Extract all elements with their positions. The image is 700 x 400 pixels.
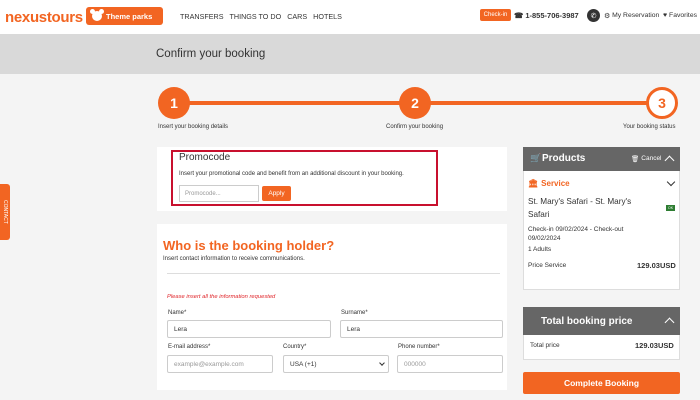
service-dates: Check-in 09/02/2024 - Check-out 09/02/20… [528,226,624,242]
theme-parks-button[interactable]: Theme parks [86,7,163,25]
gear-icon: ⚙ [604,13,611,20]
my-reservation-link[interactable]: ⚙ My Reservation [604,12,659,20]
surname-field[interactable]: Lera [340,320,503,338]
holder-title: Who is the booking holder? [163,238,335,253]
promocode-input[interactable]: Promocode... [179,185,259,202]
country-label: Country* [283,344,307,350]
products-header: 🛒 Products 🗑 Cancel [523,147,680,171]
title-banner [0,34,700,74]
surname-label: Surname* [341,310,368,316]
status-badge: OK [666,205,675,211]
promo-description: Insert your promotional code and benefit… [179,171,404,177]
cancel-button[interactable]: 🗑 Cancel [631,155,662,163]
total-title: Total booking price [541,316,633,327]
mickey-icon [90,9,104,21]
warning-text: Please insert all the information reques… [167,294,276,300]
favorites-label: Favorites [669,12,697,19]
products-title: Products [542,153,586,164]
logo[interactable]: nexustours [5,9,83,26]
total-header: Total booking price [523,307,680,335]
promo-title: Promocode [179,152,231,163]
heart-icon: ♥ [663,12,668,19]
my-reservation-label: My Reservation [612,12,660,19]
name-field[interactable]: Lera [167,320,331,338]
nav-hotels[interactable]: HOTELS [313,12,342,21]
step-1-label: Insert your booking details [158,124,229,130]
service-adults: 1 Adults [528,246,552,253]
email-field[interactable]: example@example.com [167,355,273,373]
price-service-value: 129.03USD [637,261,676,270]
chevron-down-icon [379,360,385,366]
country-select[interactable]: USA (+1) [283,355,389,373]
divider [167,273,500,274]
main-nav: TRANSFERS THINGS TO DO CARS HOTELS [180,12,342,21]
phone-label: Phone number* [398,344,440,350]
cart-icon: 🛒 [530,153,542,163]
step-3-label: Your booking status [623,124,676,130]
step-1-circle: 1 [158,87,190,119]
step-2-label: Confirm your booking [386,124,444,130]
step-3-circle: 3 [646,87,678,119]
favorites-link[interactable]: ♥ Favorites [663,12,697,19]
contact-side-tab[interactable]: CONTACT [0,184,10,240]
phone-number: 1-855-706-3987 [525,11,579,20]
trash-icon: 🗑 [631,156,640,163]
email-label: E-mail address* [168,344,211,350]
holder-subtitle: Insert contact information to receive co… [163,256,305,262]
step-2-circle: 2 [399,87,431,119]
service-label: Service [541,179,570,188]
page-title: Confirm your booking [156,48,266,60]
phone-icon: ☎ [514,11,524,20]
name-label: Name* [168,310,187,316]
cancel-label: Cancel [641,155,662,162]
service-name: St. Mary's Safari - St. Mary's Safari [528,197,632,219]
checkin-button[interactable]: Check-in [480,9,511,21]
service-header: 🏛 Service [528,179,570,188]
complete-booking-button[interactable]: Complete Booking [523,372,680,394]
nav-things-to-do[interactable]: THINGS TO DO [230,12,282,21]
nav-transfers[interactable]: TRANSFERS [180,12,224,21]
apply-button[interactable]: Apply [262,186,291,201]
nav-cars[interactable]: CARS [287,12,307,21]
phone-field[interactable]: 000000 [397,355,503,373]
country-value: USA (+1) [290,360,317,368]
theme-parks-label: Theme parks [106,11,153,21]
whatsapp-icon[interactable]: ✆ [587,9,600,22]
phone-link[interactable]: ☎ 1-855-706-3987 [514,11,579,20]
total-price-label: Total price [530,342,560,349]
bank-icon: 🏛 [528,179,539,188]
price-service-label: Price Service [528,262,567,269]
total-price-value: 129.03USD [635,341,674,350]
